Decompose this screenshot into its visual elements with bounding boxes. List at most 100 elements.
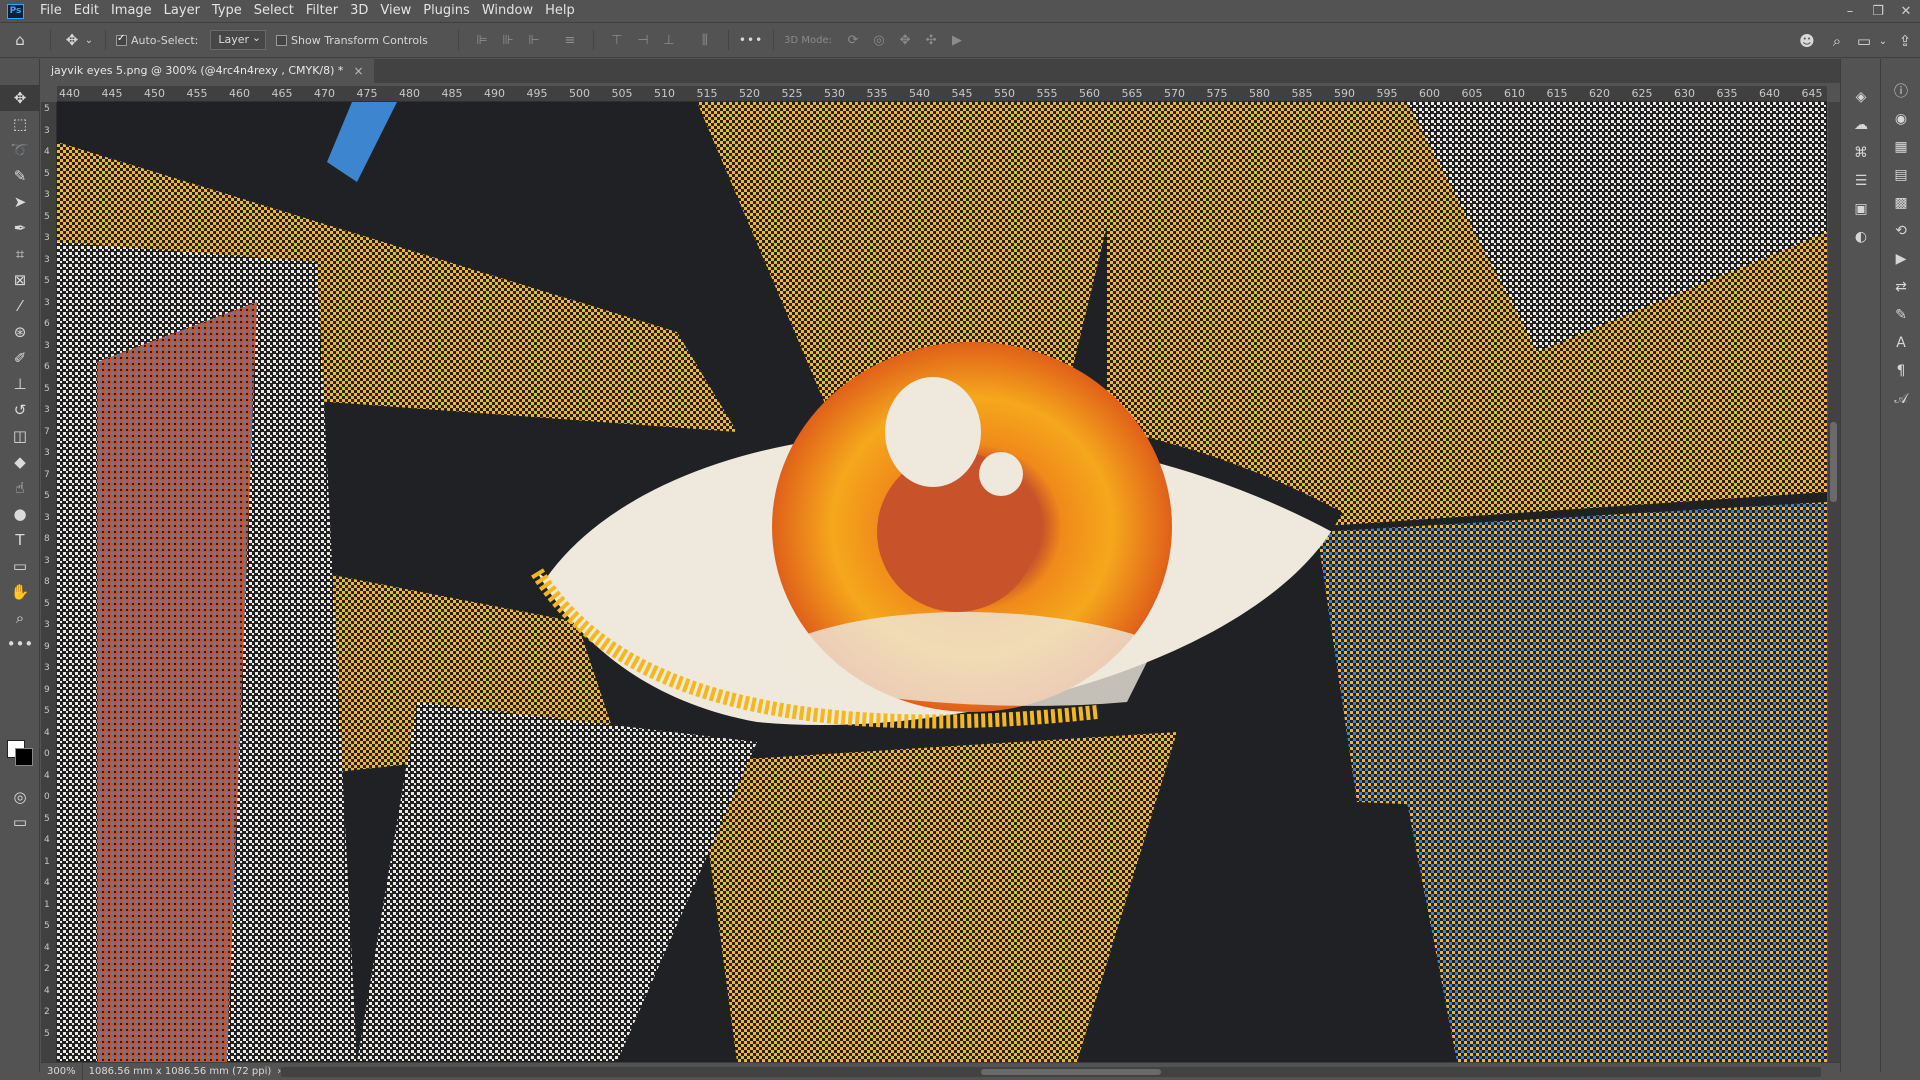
libraries-icon[interactable]: ▣	[1841, 195, 1881, 223]
camera-3d-icon[interactable]: ▶	[948, 31, 966, 49]
document-info[interactable]: 1086.56 mm x 1086.56 mm (72 ppi)	[83, 1066, 278, 1077]
align-top-icon[interactable]: ⊤	[608, 31, 626, 49]
menu-edit[interactable]: Edit	[68, 0, 105, 22]
smudge-tool[interactable]: ☝	[0, 475, 40, 501]
show-transform-checkbox[interactable]	[276, 34, 288, 46]
type-tool[interactable]: T	[0, 527, 40, 553]
dodge-tool[interactable]: ●	[0, 501, 40, 527]
menu-bar: Ps File Edit Image Layer Type Select Fil…	[0, 0, 1920, 22]
move-tool[interactable]: ✥	[0, 85, 40, 111]
history-brush-tool[interactable]: ↺	[0, 397, 40, 423]
properties-icon[interactable]: ☰	[1841, 167, 1881, 195]
vertical-scrollbar[interactable]	[1828, 102, 1840, 1062]
orbit-3d-icon[interactable]: ⟳	[844, 31, 862, 49]
swatches-icon[interactable]: ▦	[1881, 133, 1920, 161]
character-icon[interactable]: A	[1881, 329, 1920, 357]
align-left-icon[interactable]: ⊫	[473, 31, 491, 49]
menu-select[interactable]: Select	[248, 0, 300, 22]
align-right-icon[interactable]: ⊩	[525, 31, 543, 49]
pen-tool[interactable]: ✒	[0, 215, 40, 241]
glyphs-icon[interactable]: 𝒜	[1881, 385, 1920, 413]
menu-file[interactable]: File	[34, 0, 68, 22]
horizontal-ruler[interactable]: 440 445 450 455 460 465 470 475 480 485 490 495 500 5…	[57, 86, 1827, 102]
panel-dock-left: ◈ ☁ ⌘ ☰ ▣ ◐	[1840, 59, 1880, 1072]
minimize-icon[interactable]: –	[1836, 0, 1864, 22]
vertical-ruler[interactable]: 5 3 4 5 3 5 3 3 5 3 6 3 6 5 3 7 3 7 5 3 8 3 8 5 3 9 3 9 5 4 0 4 0 5 4 1 4 1 5 4…	[41, 102, 57, 1062]
channels-icon[interactable]: ☁	[1841, 111, 1881, 139]
home-icon[interactable]: ⌂	[0, 31, 40, 49]
paths-icon[interactable]: ⌘	[1841, 139, 1881, 167]
shape-tool[interactable]: ▭	[0, 553, 40, 579]
roll-3d-icon[interactable]: ◎	[870, 31, 888, 49]
share-icon[interactable]: ⇪	[1890, 32, 1920, 50]
background-color-swatch[interactable]	[15, 748, 33, 766]
frame-tool[interactable]: ⊠	[0, 267, 40, 293]
auto-select-target-dropdown[interactable]: Layer	[210, 29, 267, 50]
edit-toolbar-button[interactable]: •••	[0, 631, 40, 657]
marquee-tool[interactable]: ⬚	[0, 111, 40, 137]
eraser-tool[interactable]: ◫	[0, 423, 40, 449]
menu-help[interactable]: Help	[539, 0, 581, 22]
brushes-icon[interactable]: ✎	[1881, 301, 1920, 329]
move-tool-preset-icon[interactable]: ✥	[61, 31, 83, 49]
document-canvas[interactable]	[57, 102, 1827, 1062]
scroll-thumb[interactable]	[981, 1069, 1161, 1075]
align-center-icon[interactable]: ⊪	[499, 31, 517, 49]
eyedropper-tool[interactable]: ⁄	[0, 293, 40, 319]
zoom-field[interactable]: 300%	[41, 1062, 83, 1080]
path-select-tool[interactable]: ➤	[0, 189, 40, 215]
stamp-tool[interactable]: ⊥	[0, 371, 40, 397]
share-user-icon[interactable]: ☻	[1792, 32, 1822, 50]
healing-tool[interactable]: ⊛	[0, 319, 40, 345]
menu-layer[interactable]: Layer	[158, 0, 206, 22]
info-icon[interactable]: ⓘ	[1881, 77, 1920, 105]
align-middle-icon[interactable]: ⊣	[634, 31, 652, 49]
distribute-vertical-icon[interactable]: ≡	[561, 31, 579, 49]
zoom-tool[interactable]: ⌕	[0, 605, 40, 631]
screen-mode-icon[interactable]: ▭	[0, 809, 40, 835]
lasso-tool[interactable]: ➰	[0, 137, 40, 163]
menu-window[interactable]: Window	[476, 0, 539, 22]
paragraph-icon[interactable]: ¶	[1881, 357, 1920, 385]
menu-image[interactable]: Image	[105, 0, 158, 22]
actions-icon[interactable]: ▶	[1881, 245, 1920, 273]
scroll-thumb[interactable]	[1830, 422, 1837, 502]
toolbar-collapse[interactable]	[0, 59, 39, 85]
chevron-down-icon[interactable]: ⌄	[1876, 36, 1890, 47]
menu-view[interactable]: View	[374, 0, 417, 22]
adjustments-icon[interactable]: ◐	[1841, 223, 1881, 251]
panel-dock-right: ⓘ ◉ ▦ ▤ ▩ ⟲ ▶ ⇄ ✎ A ¶ 𝒜	[1880, 59, 1920, 1072]
restore-icon[interactable]: ❐	[1864, 0, 1892, 22]
layers-icon[interactable]: ◈	[1841, 83, 1881, 111]
history-icon[interactable]: ⟲	[1881, 217, 1920, 245]
chevron-down-icon[interactable]: ⌄	[83, 35, 95, 46]
document-tab[interactable]: jayvik eyes 5.png @ 300% (@4rc4n4rexy , …	[44, 59, 374, 83]
menu-plugins[interactable]: Plugins	[417, 0, 476, 22]
brush-settings-icon[interactable]: ⇄	[1881, 273, 1920, 301]
close-icon[interactable]: ×	[353, 59, 363, 83]
gradients-icon[interactable]: ▤	[1881, 161, 1920, 189]
color-icon[interactable]: ◉	[1881, 105, 1920, 133]
hand-tool[interactable]: ✋	[0, 579, 40, 605]
quick-mask-icon[interactable]: ◎	[0, 784, 40, 810]
align-bottom-icon[interactable]: ⊥	[660, 31, 678, 49]
search-icon[interactable]: ⌕	[1822, 32, 1852, 50]
brush-tool[interactable]: ✐	[0, 345, 40, 371]
workspace-icon[interactable]: ▭	[1852, 32, 1876, 50]
close-icon[interactable]: ✕	[1892, 0, 1920, 22]
crop-tool[interactable]: ⌗	[0, 241, 40, 267]
horizontal-scrollbar[interactable]	[281, 1067, 1821, 1077]
slide-3d-icon[interactable]: ✣	[922, 31, 940, 49]
pan-3d-icon[interactable]: ✥	[896, 31, 914, 49]
menu-type[interactable]: Type	[206, 0, 248, 22]
distribute-horizontal-icon[interactable]: ⫼	[696, 31, 714, 49]
more-options-button[interactable]: •••	[739, 33, 763, 47]
auto-select-checkbox[interactable]	[116, 33, 127, 46]
paint-bucket-tool[interactable]: ◆	[0, 449, 40, 475]
menu-3d[interactable]: 3D	[344, 0, 374, 22]
ruler-tick-label: 545	[951, 87, 973, 100]
magic-wand-tool[interactable]: ✎	[0, 163, 40, 189]
patterns-icon[interactable]: ▩	[1881, 189, 1920, 217]
menu-filter[interactable]: Filter	[300, 0, 344, 22]
app-logo[interactable]: Ps	[7, 3, 24, 19]
